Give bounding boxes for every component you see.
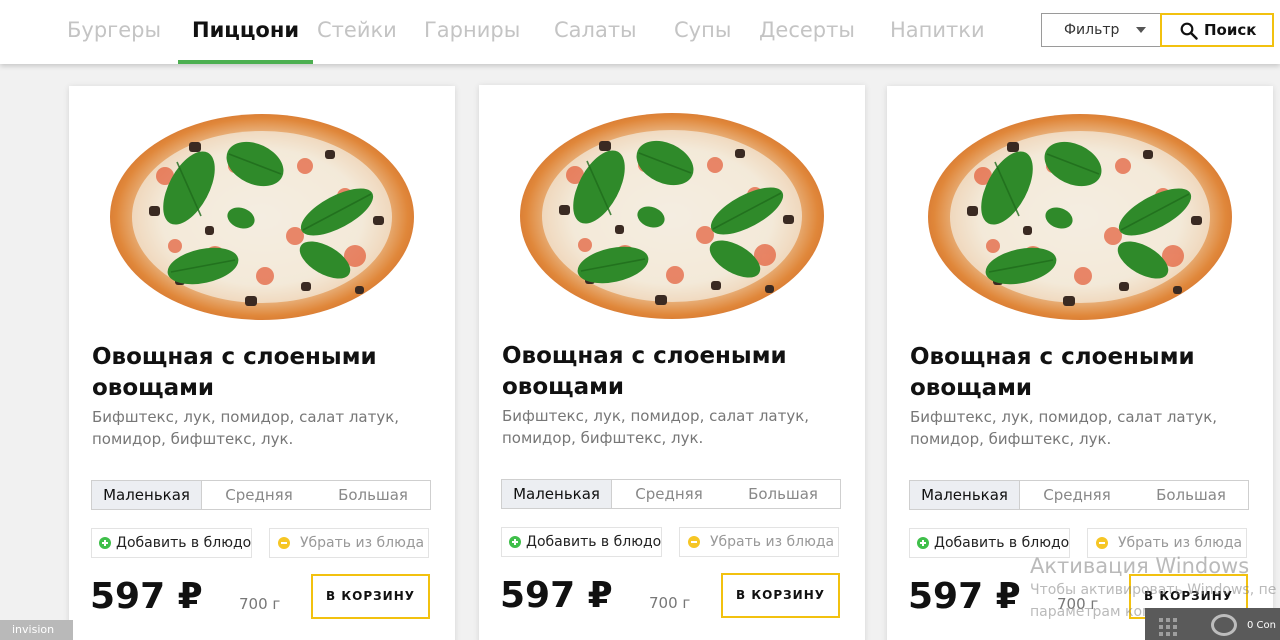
product-weight: 700 г	[649, 594, 691, 612]
plus-icon	[509, 536, 521, 548]
add-ingredient-button[interactable]: Добавить в блюдо	[909, 528, 1070, 558]
plus-icon	[99, 537, 111, 549]
size-small-option[interactable]: Маленькая	[502, 480, 612, 508]
size-selector: Маленькая Средняя Большая	[909, 480, 1249, 510]
size-small-option[interactable]: Маленькая	[910, 481, 1020, 509]
search-label: Поиск	[1204, 21, 1257, 39]
size-selector: Маленькая Средняя Большая	[91, 480, 431, 510]
tab-soups[interactable]: Супы	[674, 0, 731, 64]
product-price: 597 ₽	[90, 576, 203, 617]
chevron-down-icon	[1136, 27, 1146, 33]
product-weight: 700 г	[1057, 595, 1099, 613]
tab-salads[interactable]: Салаты	[554, 0, 637, 64]
plus-icon	[917, 537, 929, 549]
remove-ingredient-label: Убрать из блюда	[1118, 535, 1243, 551]
product-description: Бифштекс, лук, помидор, салат латук, пом…	[92, 408, 400, 448]
invision-badge: invision	[0, 620, 73, 640]
pizza-image	[923, 106, 1237, 328]
product-price: 597 ₽	[500, 575, 613, 616]
product-weight: 700 г	[239, 595, 281, 613]
product-price: 597 ₽	[908, 576, 1021, 617]
tab-pizzoni[interactable]: Пиццони	[177, 0, 314, 64]
add-ingredient-label: Добавить в блюдо	[526, 534, 662, 550]
tab-burgers[interactable]: Бургеры	[67, 0, 161, 64]
size-small-option[interactable]: Маленькая	[92, 481, 202, 509]
remove-ingredient-button[interactable]: Убрать из блюда	[269, 528, 429, 558]
pizza-image	[105, 106, 419, 328]
top-navigation: Бургеры Пиццони Стейки Гарниры Салаты Су…	[0, 0, 1280, 64]
size-large-option[interactable]: Большая	[316, 481, 430, 509]
remove-ingredient-label: Убрать из блюда	[300, 535, 425, 551]
chat-bubble-icon[interactable]	[1211, 614, 1237, 636]
size-large-option[interactable]: Большая	[726, 480, 840, 508]
filter-dropdown[interactable]: Фильтр	[1041, 13, 1160, 47]
remove-ingredient-button[interactable]: Убрать из блюда	[1087, 528, 1247, 558]
add-to-cart-button[interactable]: В КОРЗИНУ	[721, 573, 840, 618]
product-card[interactable]: Овощная с слоеными овощами Бифштекс, лук…	[69, 86, 455, 640]
size-medium-option[interactable]: Средняя	[612, 480, 726, 508]
tab-steaks[interactable]: Стейки	[317, 0, 397, 64]
tab-drinks[interactable]: Напитки	[890, 0, 985, 64]
tray-text: 0 Con	[1247, 620, 1276, 631]
tab-garnishes[interactable]: Гарниры	[424, 0, 520, 64]
add-ingredient-button[interactable]: Добавить в блюдо	[501, 527, 662, 557]
add-ingredient-label: Добавить в блюдо	[116, 535, 252, 551]
minus-icon	[278, 537, 290, 549]
grid-icon[interactable]	[1159, 618, 1179, 636]
filter-label: Фильтр	[1064, 22, 1120, 38]
system-tray-widget: 0 Con	[1145, 608, 1280, 640]
size-selector: Маленькая Средняя Большая	[501, 479, 841, 509]
product-title: Овощная с слоеными овощами	[910, 344, 1195, 401]
pizza-image	[515, 105, 829, 327]
size-large-option[interactable]: Большая	[1134, 481, 1248, 509]
search-icon	[1180, 22, 1198, 40]
size-medium-option[interactable]: Средняя	[202, 481, 316, 509]
product-card[interactable]: Овощная с слоеными овощами Бифштекс, лук…	[479, 85, 865, 640]
size-medium-option[interactable]: Средняя	[1020, 481, 1134, 509]
add-ingredient-label: Добавить в блюдо	[934, 535, 1070, 551]
add-ingredient-button[interactable]: Добавить в блюдо	[91, 528, 252, 558]
product-title: Овощная с слоеными овощами	[502, 343, 787, 400]
search-button[interactable]: Поиск	[1160, 13, 1274, 47]
remove-ingredient-button[interactable]: Убрать из блюда	[679, 527, 839, 557]
minus-icon	[688, 536, 700, 548]
product-title: Овощная с слоеными овощами	[92, 344, 377, 401]
product-description: Бифштекс, лук, помидор, салат латук, пом…	[910, 408, 1218, 448]
product-description: Бифштекс, лук, помидор, салат латук, пом…	[502, 407, 810, 447]
remove-ingredient-label: Убрать из блюда	[710, 534, 835, 550]
minus-icon	[1096, 537, 1108, 549]
add-to-cart-button[interactable]: В КОРЗИНУ	[311, 574, 430, 619]
tab-desserts[interactable]: Десерты	[759, 0, 855, 64]
product-card[interactable]: Овощная с слоеными овощами Бифштекс, лук…	[887, 86, 1273, 640]
